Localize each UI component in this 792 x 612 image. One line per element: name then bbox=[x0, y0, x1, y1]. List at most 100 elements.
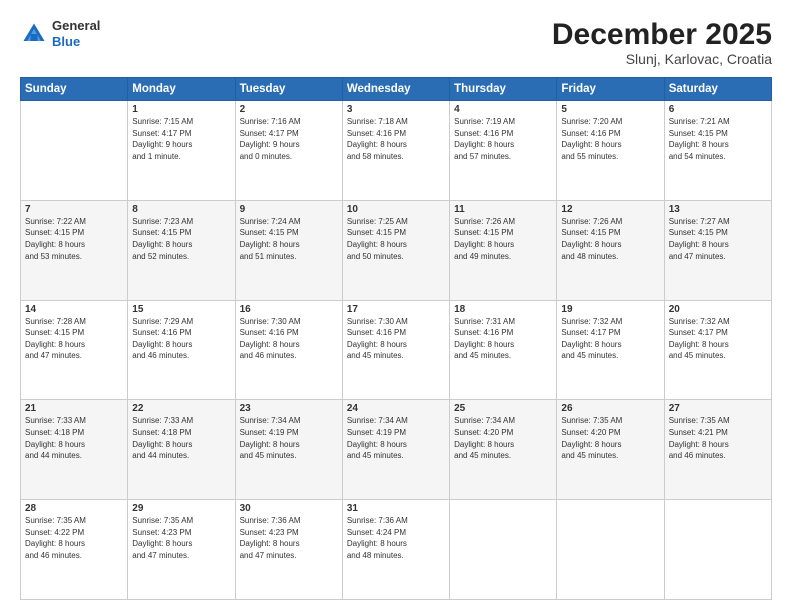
calendar-cell bbox=[557, 500, 664, 600]
cell-details: Sunrise: 7:15 AM Sunset: 4:17 PM Dayligh… bbox=[132, 116, 230, 162]
day-number: 31 bbox=[347, 503, 445, 514]
day-number: 17 bbox=[347, 304, 445, 315]
calendar-cell: 27Sunrise: 7:35 AM Sunset: 4:21 PM Dayli… bbox=[664, 400, 771, 500]
day-number: 30 bbox=[240, 503, 338, 514]
day-number: 5 bbox=[561, 104, 659, 115]
cell-details: Sunrise: 7:21 AM Sunset: 4:15 PM Dayligh… bbox=[669, 116, 767, 162]
day-number: 1 bbox=[132, 104, 230, 115]
cell-details: Sunrise: 7:23 AM Sunset: 4:15 PM Dayligh… bbox=[132, 216, 230, 262]
calendar-cell: 23Sunrise: 7:34 AM Sunset: 4:19 PM Dayli… bbox=[235, 400, 342, 500]
calendar-cell: 3Sunrise: 7:18 AM Sunset: 4:16 PM Daylig… bbox=[342, 101, 449, 201]
cell-details: Sunrise: 7:30 AM Sunset: 4:16 PM Dayligh… bbox=[347, 316, 445, 362]
cell-details: Sunrise: 7:35 AM Sunset: 4:22 PM Dayligh… bbox=[25, 515, 123, 561]
day-number: 4 bbox=[454, 104, 552, 115]
calendar-cell bbox=[450, 500, 557, 600]
day-number: 2 bbox=[240, 104, 338, 115]
cell-details: Sunrise: 7:35 AM Sunset: 4:21 PM Dayligh… bbox=[669, 415, 767, 461]
cell-details: Sunrise: 7:31 AM Sunset: 4:16 PM Dayligh… bbox=[454, 316, 552, 362]
cell-details: Sunrise: 7:32 AM Sunset: 4:17 PM Dayligh… bbox=[669, 316, 767, 362]
logo-text: General Blue bbox=[52, 18, 100, 49]
calendar-cell: 19Sunrise: 7:32 AM Sunset: 4:17 PM Dayli… bbox=[557, 300, 664, 400]
calendar-cell: 10Sunrise: 7:25 AM Sunset: 4:15 PM Dayli… bbox=[342, 200, 449, 300]
weekday-header-monday: Monday bbox=[128, 78, 235, 101]
calendar-cell: 31Sunrise: 7:36 AM Sunset: 4:24 PM Dayli… bbox=[342, 500, 449, 600]
calendar-table: SundayMondayTuesdayWednesdayThursdayFrid… bbox=[20, 77, 772, 600]
calendar-cell: 4Sunrise: 7:19 AM Sunset: 4:16 PM Daylig… bbox=[450, 101, 557, 201]
calendar-cell: 2Sunrise: 7:16 AM Sunset: 4:17 PM Daylig… bbox=[235, 101, 342, 201]
cell-details: Sunrise: 7:26 AM Sunset: 4:15 PM Dayligh… bbox=[561, 216, 659, 262]
day-number: 19 bbox=[561, 304, 659, 315]
day-number: 3 bbox=[347, 104, 445, 115]
month-title: December 2025 bbox=[552, 18, 772, 51]
cell-details: Sunrise: 7:34 AM Sunset: 4:20 PM Dayligh… bbox=[454, 415, 552, 461]
day-number: 28 bbox=[25, 503, 123, 514]
day-number: 21 bbox=[25, 403, 123, 414]
calendar-cell bbox=[664, 500, 771, 600]
title-block: December 2025 Slunj, Karlovac, Croatia bbox=[552, 18, 772, 67]
calendar-cell: 8Sunrise: 7:23 AM Sunset: 4:15 PM Daylig… bbox=[128, 200, 235, 300]
calendar-week-5: 28Sunrise: 7:35 AM Sunset: 4:22 PM Dayli… bbox=[21, 500, 772, 600]
logo-icon bbox=[20, 20, 48, 48]
day-number: 16 bbox=[240, 304, 338, 315]
day-number: 12 bbox=[561, 204, 659, 215]
cell-details: Sunrise: 7:28 AM Sunset: 4:15 PM Dayligh… bbox=[25, 316, 123, 362]
calendar-week-4: 21Sunrise: 7:33 AM Sunset: 4:18 PM Dayli… bbox=[21, 400, 772, 500]
cell-details: Sunrise: 7:18 AM Sunset: 4:16 PM Dayligh… bbox=[347, 116, 445, 162]
calendar-cell: 15Sunrise: 7:29 AM Sunset: 4:16 PM Dayli… bbox=[128, 300, 235, 400]
calendar-cell: 12Sunrise: 7:26 AM Sunset: 4:15 PM Dayli… bbox=[557, 200, 664, 300]
location: Slunj, Karlovac, Croatia bbox=[552, 51, 772, 67]
cell-details: Sunrise: 7:30 AM Sunset: 4:16 PM Dayligh… bbox=[240, 316, 338, 362]
calendar-cell: 11Sunrise: 7:26 AM Sunset: 4:15 PM Dayli… bbox=[450, 200, 557, 300]
weekday-header-friday: Friday bbox=[557, 78, 664, 101]
calendar-cell: 24Sunrise: 7:34 AM Sunset: 4:19 PM Dayli… bbox=[342, 400, 449, 500]
calendar-cell: 13Sunrise: 7:27 AM Sunset: 4:15 PM Dayli… bbox=[664, 200, 771, 300]
calendar-cell: 16Sunrise: 7:30 AM Sunset: 4:16 PM Dayli… bbox=[235, 300, 342, 400]
cell-details: Sunrise: 7:33 AM Sunset: 4:18 PM Dayligh… bbox=[132, 415, 230, 461]
weekday-header-wednesday: Wednesday bbox=[342, 78, 449, 101]
weekday-header-saturday: Saturday bbox=[664, 78, 771, 101]
day-number: 11 bbox=[454, 204, 552, 215]
day-number: 20 bbox=[669, 304, 767, 315]
cell-details: Sunrise: 7:34 AM Sunset: 4:19 PM Dayligh… bbox=[347, 415, 445, 461]
calendar-cell: 17Sunrise: 7:30 AM Sunset: 4:16 PM Dayli… bbox=[342, 300, 449, 400]
cell-details: Sunrise: 7:32 AM Sunset: 4:17 PM Dayligh… bbox=[561, 316, 659, 362]
calendar-week-2: 7Sunrise: 7:22 AM Sunset: 4:15 PM Daylig… bbox=[21, 200, 772, 300]
calendar-cell: 30Sunrise: 7:36 AM Sunset: 4:23 PM Dayli… bbox=[235, 500, 342, 600]
cell-details: Sunrise: 7:36 AM Sunset: 4:23 PM Dayligh… bbox=[240, 515, 338, 561]
weekday-header-row: SundayMondayTuesdayWednesdayThursdayFrid… bbox=[21, 78, 772, 101]
cell-details: Sunrise: 7:27 AM Sunset: 4:15 PM Dayligh… bbox=[669, 216, 767, 262]
calendar-cell: 20Sunrise: 7:32 AM Sunset: 4:17 PM Dayli… bbox=[664, 300, 771, 400]
day-number: 18 bbox=[454, 304, 552, 315]
calendar-cell: 26Sunrise: 7:35 AM Sunset: 4:20 PM Dayli… bbox=[557, 400, 664, 500]
calendar-week-1: 1Sunrise: 7:15 AM Sunset: 4:17 PM Daylig… bbox=[21, 101, 772, 201]
day-number: 15 bbox=[132, 304, 230, 315]
cell-details: Sunrise: 7:25 AM Sunset: 4:15 PM Dayligh… bbox=[347, 216, 445, 262]
calendar-cell: 6Sunrise: 7:21 AM Sunset: 4:15 PM Daylig… bbox=[664, 101, 771, 201]
calendar-cell: 7Sunrise: 7:22 AM Sunset: 4:15 PM Daylig… bbox=[21, 200, 128, 300]
day-number: 13 bbox=[669, 204, 767, 215]
calendar-cell: 18Sunrise: 7:31 AM Sunset: 4:16 PM Dayli… bbox=[450, 300, 557, 400]
day-number: 23 bbox=[240, 403, 338, 414]
day-number: 26 bbox=[561, 403, 659, 414]
cell-details: Sunrise: 7:20 AM Sunset: 4:16 PM Dayligh… bbox=[561, 116, 659, 162]
day-number: 24 bbox=[347, 403, 445, 414]
calendar-cell: 22Sunrise: 7:33 AM Sunset: 4:18 PM Dayli… bbox=[128, 400, 235, 500]
cell-details: Sunrise: 7:34 AM Sunset: 4:19 PM Dayligh… bbox=[240, 415, 338, 461]
cell-details: Sunrise: 7:29 AM Sunset: 4:16 PM Dayligh… bbox=[132, 316, 230, 362]
weekday-header-thursday: Thursday bbox=[450, 78, 557, 101]
cell-details: Sunrise: 7:26 AM Sunset: 4:15 PM Dayligh… bbox=[454, 216, 552, 262]
calendar-cell: 28Sunrise: 7:35 AM Sunset: 4:22 PM Dayli… bbox=[21, 500, 128, 600]
day-number: 7 bbox=[25, 204, 123, 215]
cell-details: Sunrise: 7:16 AM Sunset: 4:17 PM Dayligh… bbox=[240, 116, 338, 162]
weekday-header-tuesday: Tuesday bbox=[235, 78, 342, 101]
calendar-week-3: 14Sunrise: 7:28 AM Sunset: 4:15 PM Dayli… bbox=[21, 300, 772, 400]
calendar-cell: 9Sunrise: 7:24 AM Sunset: 4:15 PM Daylig… bbox=[235, 200, 342, 300]
day-number: 25 bbox=[454, 403, 552, 414]
cell-details: Sunrise: 7:19 AM Sunset: 4:16 PM Dayligh… bbox=[454, 116, 552, 162]
day-number: 9 bbox=[240, 204, 338, 215]
weekday-header-sunday: Sunday bbox=[21, 78, 128, 101]
cell-details: Sunrise: 7:35 AM Sunset: 4:23 PM Dayligh… bbox=[132, 515, 230, 561]
cell-details: Sunrise: 7:36 AM Sunset: 4:24 PM Dayligh… bbox=[347, 515, 445, 561]
cell-details: Sunrise: 7:33 AM Sunset: 4:18 PM Dayligh… bbox=[25, 415, 123, 461]
calendar-cell: 29Sunrise: 7:35 AM Sunset: 4:23 PM Dayli… bbox=[128, 500, 235, 600]
